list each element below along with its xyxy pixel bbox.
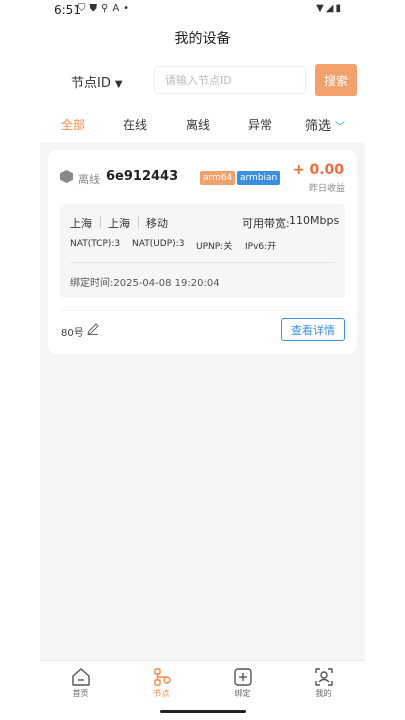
status-bar: 6:51 ⛉⛊⚲A• ▼◢▮ — [40, 0, 365, 20]
info-divider — [70, 262, 335, 263]
wifi-icon: ▼ — [316, 3, 326, 14]
filter-toggle[interactable]: 筛选 ﹀ — [305, 115, 345, 134]
nav-item-bind[interactable]: 绑定 — [202, 661, 283, 705]
add-square-icon — [234, 668, 252, 686]
card-divider — [60, 310, 345, 311]
nav-item-nodes[interactable]: 节点 — [121, 661, 202, 705]
device-card: 离线 6e912443 arm64 armbian + 0.00 昨日收益 上海… — [48, 150, 357, 354]
node-id-select[interactable]: 节点ID ▼ — [71, 72, 123, 91]
nat-udp: NAT(UDP):3 — [132, 239, 185, 249]
location-isp: 移动 — [146, 217, 168, 230]
shield-icon: ⛉ — [78, 3, 90, 14]
ipv6-status: IPv6:开 — [245, 242, 277, 252]
dot-icon: • — [123, 3, 134, 14]
nat-tcp: NAT(TCP):3 — [70, 239, 121, 249]
search-button[interactable]: 搜索 — [315, 64, 357, 96]
nav-label-nodes: 节点 — [153, 689, 170, 698]
shield-check-icon: ⛊ — [89, 3, 101, 14]
profile-icon — [315, 668, 333, 686]
status-left-icons: ⛉⛊⚲A• — [78, 3, 133, 14]
home-icon — [72, 668, 90, 686]
bandwidth-label: 可用带宽: — [242, 217, 290, 230]
tab-all[interactable]: 全部 — [61, 116, 85, 133]
earnings-value: + 0.00 — [292, 162, 344, 178]
bandwidth-value: 110Mbps — [289, 214, 340, 227]
bind-time-value: 2025-04-08 19:20:04 — [113, 278, 220, 289]
nav-item-profile[interactable]: 我的 — [283, 661, 364, 705]
header-area: 6:51 ⛉⛊⚲A• ▼◢▮ 我的设备 节点ID▼ 搜索 全部 在线 离线 异常… — [40, 0, 365, 142]
bind-time: 绑定时间:2025-04-08 19:20:04 — [70, 274, 220, 289]
offline-status-icon — [60, 170, 73, 183]
filter-label: 筛选 — [305, 119, 332, 134]
os-tag: armbian — [237, 171, 281, 185]
status-time: 6:51 — [54, 3, 81, 17]
home-indicator — [160, 710, 246, 713]
page-title: 我的设备 — [174, 31, 231, 47]
earnings-label: 昨日收益 — [308, 184, 345, 194]
font-icon: A — [112, 3, 124, 14]
app-screen: 6:51 ⛉⛊⚲A• ▼◢▮ 我的设备 节点ID▼ 搜索 全部 在线 离线 异常… — [40, 0, 365, 720]
bind-time-label: 绑定时间: — [70, 278, 114, 289]
upnp-status: UPNP:关 — [196, 242, 233, 252]
battery-icon: ▮ — [335, 3, 343, 14]
location-divider — [100, 216, 101, 228]
device-node-id: 6e912443 — [106, 169, 179, 184]
device-alias: 80号 — [61, 328, 84, 339]
edit-pencil-icon[interactable] — [86, 322, 100, 336]
nav-item-home[interactable]: 首页 — [40, 661, 121, 705]
arch-tag: arm64 — [200, 171, 236, 185]
nav-label-bind: 绑定 — [234, 689, 251, 698]
usb-icon: ⚲ — [101, 3, 113, 14]
location-divider — [138, 216, 139, 228]
device-info-panel: 上海 上海 移动 可用带宽: 110Mbps NAT(TCP):3 NAT(UD… — [60, 204, 345, 298]
nav-label-home: 首页 — [72, 689, 89, 698]
chevron-down-icon: ﹀ — [335, 122, 346, 133]
node-select-label: 节点ID — [71, 76, 111, 91]
status-tabs: 全部 在线 离线 异常 筛选 ﹀ — [40, 116, 365, 136]
device-status: 离线 — [78, 173, 100, 186]
caret-down-icon: ▼ — [114, 79, 123, 90]
location-city: 上海 — [108, 217, 130, 230]
nav-label-profile: 我的 — [315, 689, 332, 698]
tab-abnormal[interactable]: 异常 — [248, 116, 272, 133]
status-right-icons: ▼◢▮ — [316, 3, 343, 14]
location-province: 上海 — [70, 217, 92, 230]
view-details-button[interactable]: 查看详情 — [281, 318, 345, 341]
tab-offline[interactable]: 离线 — [186, 116, 210, 133]
search-input[interactable] — [154, 66, 306, 94]
nodes-icon — [154, 668, 171, 686]
tab-online[interactable]: 在线 — [123, 116, 147, 133]
